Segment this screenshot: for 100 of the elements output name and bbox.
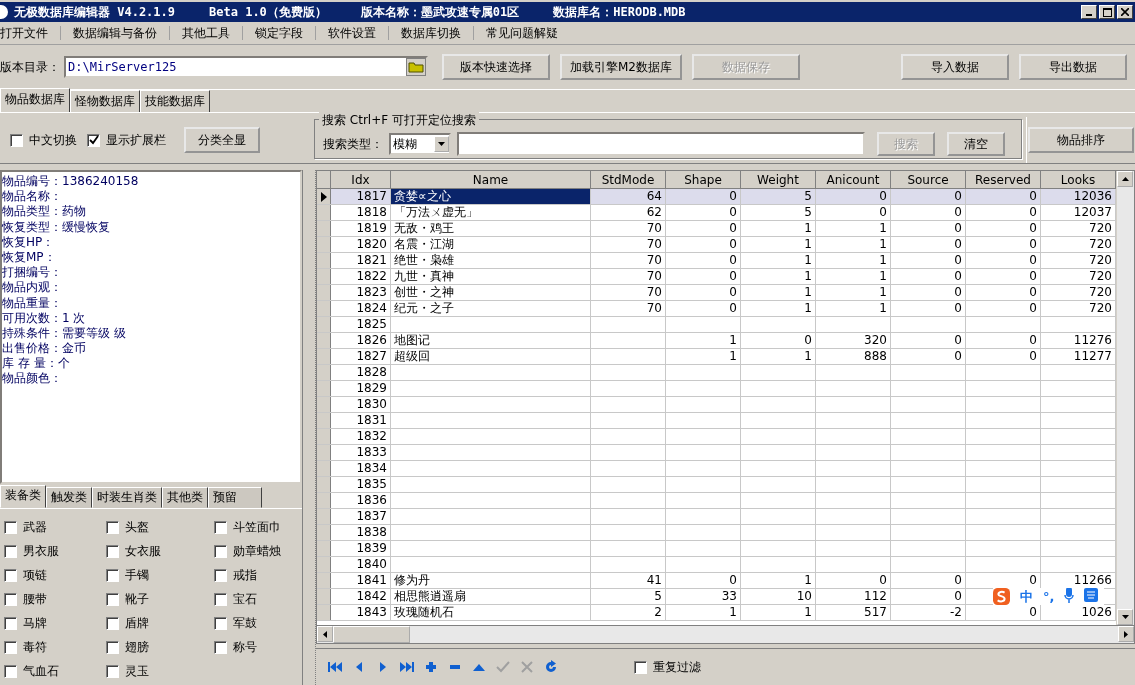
- checkbox[interactable]: [106, 569, 119, 582]
- scroll-right-icon[interactable]: [1124, 630, 1128, 638]
- checkbox[interactable]: [214, 521, 227, 534]
- menu-item[interactable]: 其他工具: [170, 24, 242, 42]
- checkbox[interactable]: [634, 660, 647, 674]
- menu-item[interactable]: 打开文件: [0, 24, 60, 42]
- microphone-icon[interactable]: [1064, 588, 1075, 605]
- category-tab[interactable]: 触发类: [46, 487, 92, 508]
- table-cell: 1833: [331, 445, 391, 460]
- clear-button[interactable]: 清空: [947, 132, 1005, 156]
- table-cell: 九世・真神: [391, 269, 591, 284]
- table-cell: 1823: [331, 285, 391, 300]
- scroll-up-icon[interactable]: [1121, 177, 1129, 181]
- checkbox[interactable]: [106, 665, 119, 678]
- table-cell: 0: [666, 221, 741, 236]
- item-info-line: 物品编号：1386240158: [2, 174, 140, 190]
- column-header[interactable]: Source: [891, 171, 966, 188]
- toolbar-button[interactable]: 版本快速选择: [442, 54, 550, 80]
- table-cell: 1835: [331, 477, 391, 492]
- checkbox[interactable]: [214, 593, 227, 606]
- checkbox[interactable]: [106, 521, 119, 534]
- database-tab[interactable]: 技能数据库: [140, 90, 210, 112]
- checkbox[interactable]: [214, 569, 227, 582]
- path-field[interactable]: D:\MirServer125: [64, 56, 428, 78]
- table-cell: 41: [591, 573, 666, 588]
- category-tab[interactable]: 装备类: [0, 485, 46, 508]
- category-tab[interactable]: 预留: [208, 487, 262, 508]
- category-tab[interactable]: 其他类: [162, 487, 208, 508]
- keyboard-icon[interactable]: [1084, 588, 1099, 605]
- column-header[interactable]: Name: [391, 171, 591, 188]
- table-cell: 相思熊逍遥扇: [391, 589, 591, 604]
- table-cell: 5: [591, 589, 666, 604]
- show-all-button[interactable]: 分类全显: [184, 127, 260, 153]
- item-info-line: 持殊条件：需要等级 级: [2, 325, 127, 342]
- app-icon: [0, 5, 8, 19]
- checkbox[interactable]: [10, 133, 23, 147]
- checkbox-label: 中文切换: [29, 131, 77, 149]
- search-type-label: 搜索类型：: [323, 135, 383, 153]
- table-cell: 0: [966, 189, 1041, 204]
- item-info-line: 物品颜色：: [2, 371, 63, 387]
- checkbox[interactable]: [4, 665, 17, 678]
- menu-item[interactable]: 常见问题解疑: [474, 24, 570, 42]
- close-icon: [1121, 8, 1129, 16]
- column-header[interactable]: Anicount: [816, 171, 891, 188]
- ime-punctuation-text[interactable]: °,: [1043, 588, 1055, 605]
- checkbox[interactable]: [106, 617, 119, 630]
- column-header[interactable]: StdMode: [591, 171, 666, 188]
- column-header[interactable]: Weight: [741, 171, 816, 188]
- table-cell: 1: [816, 253, 891, 268]
- table-cell: 1: [741, 237, 816, 252]
- checkbox[interactable]: [4, 593, 17, 606]
- checkbox[interactable]: [106, 545, 119, 558]
- checkbox[interactable]: [214, 617, 227, 630]
- table-cell: 1: [741, 269, 816, 284]
- menu-item[interactable]: 数据库切换: [389, 24, 473, 42]
- menu-item[interactable]: 数据编辑与备份: [61, 24, 169, 42]
- checkbox[interactable]: [214, 641, 227, 654]
- checkbox[interactable]: [4, 569, 17, 582]
- column-header[interactable]: Reserved: [966, 171, 1041, 188]
- minimize-button[interactable]: [1081, 5, 1097, 19]
- database-tab[interactable]: 物品数据库: [0, 88, 70, 112]
- maximize-button[interactable]: [1099, 5, 1115, 19]
- table-cell: 1822: [331, 269, 391, 284]
- item-info-line: 库 存 量：个: [2, 356, 71, 372]
- search-type-dropdown[interactable]: 模糊: [389, 133, 451, 155]
- search-field[interactable]: [457, 132, 865, 156]
- checkbox[interactable]: [106, 593, 119, 606]
- folder-icon[interactable]: [406, 58, 426, 76]
- checkbox[interactable]: [4, 617, 17, 630]
- checkbox[interactable]: [106, 641, 119, 654]
- column-header[interactable]: Idx: [331, 171, 391, 188]
- row-indicator[interactable]: [317, 189, 331, 204]
- table-cell: 1827: [331, 349, 391, 364]
- item-info-line: 物品类型：药物: [2, 204, 87, 220]
- ime-mode-text[interactable]: 中: [1020, 588, 1033, 605]
- checkbox[interactable]: [87, 133, 100, 147]
- checkbox[interactable]: [4, 545, 17, 558]
- toolbar-button[interactable]: 加载引擎M2数据库: [560, 54, 682, 80]
- horizontal-scrollbar[interactable]: [316, 626, 1135, 645]
- checkbox[interactable]: [214, 545, 227, 558]
- checkbox[interactable]: [4, 521, 17, 534]
- scroll-thumb[interactable]: [333, 626, 410, 644]
- caret-icon: [438, 142, 445, 146]
- database-tab[interactable]: 怪物数据库: [70, 90, 140, 112]
- menu-item[interactable]: 锁定字段: [243, 24, 315, 42]
- column-header[interactable]: Shape: [666, 171, 741, 188]
- table-cell: 5: [741, 205, 816, 220]
- checkbox-label: 斗笠面巾: [233, 519, 281, 536]
- scroll-down-icon[interactable]: [1121, 615, 1129, 620]
- toolbar-button[interactable]: 导出数据: [1019, 54, 1127, 80]
- category-tab[interactable]: 时装生肖类: [92, 487, 162, 508]
- close-button[interactable]: [1117, 5, 1133, 19]
- table-cell: 0: [891, 333, 966, 348]
- menu-item[interactable]: 软件设置: [316, 24, 388, 42]
- toolbar-button[interactable]: 导入数据: [901, 54, 1009, 80]
- scroll-left-icon[interactable]: [323, 630, 327, 638]
- table-cell: 0: [816, 189, 891, 204]
- sort-button[interactable]: 物品排序: [1028, 127, 1134, 153]
- checkbox[interactable]: [4, 641, 17, 654]
- vertical-scrollbar[interactable]: [1116, 171, 1134, 626]
